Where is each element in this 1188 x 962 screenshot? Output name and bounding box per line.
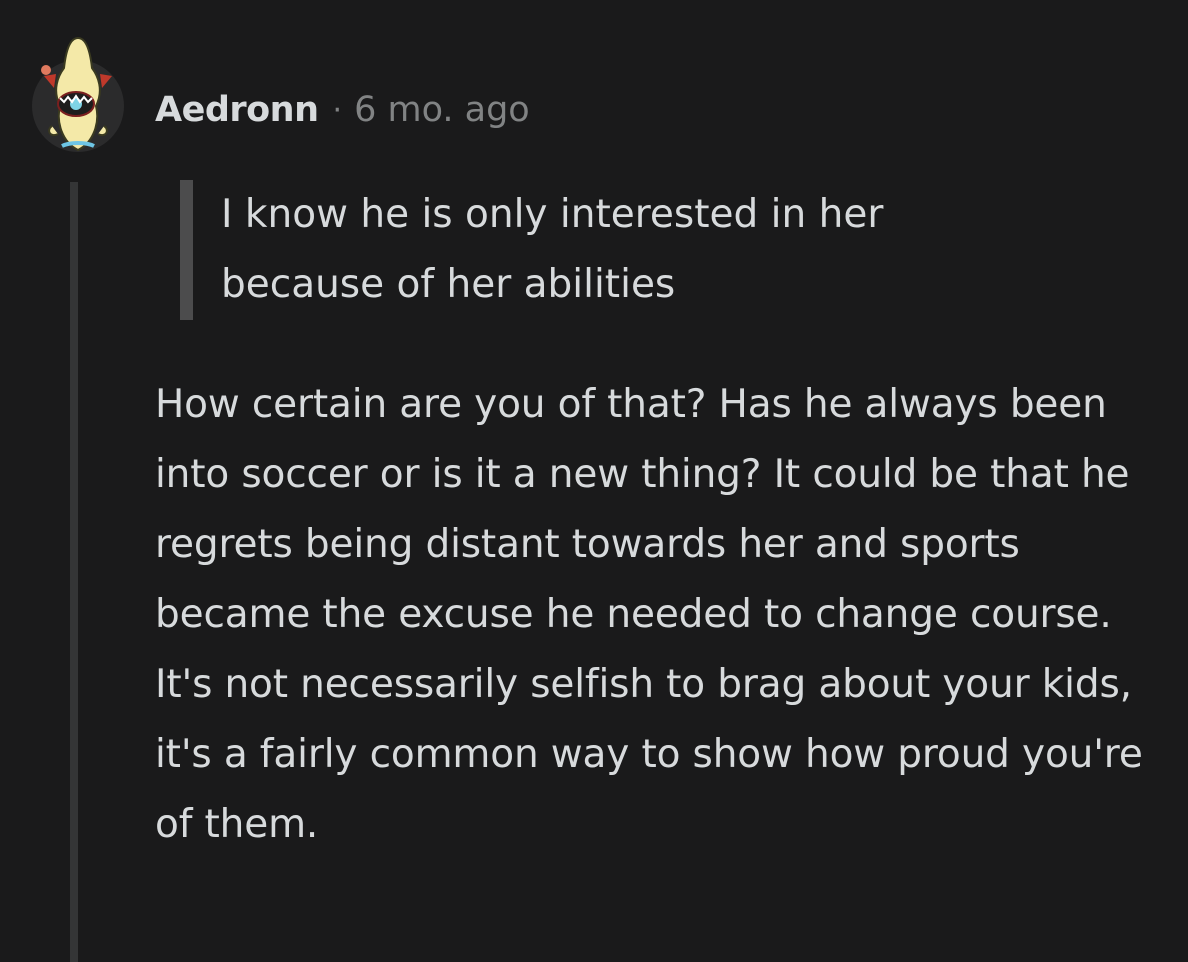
meta-separator: · xyxy=(332,92,343,128)
quote-text: I know he is only interested in her beca… xyxy=(221,192,884,307)
author-name[interactable]: Aedronn xyxy=(155,90,319,130)
user-avatar[interactable] xyxy=(30,34,126,154)
comment-meta: Aedronn · 6 mo. ago xyxy=(155,88,530,132)
demogorgon-cartoon-avatar-icon xyxy=(32,36,124,152)
thread-collapse-line[interactable] xyxy=(70,182,78,962)
comment: Aedronn · 6 mo. ago I know he is only in… xyxy=(0,0,1188,962)
comment-timestamp[interactable]: 6 mo. ago xyxy=(354,90,530,130)
comment-body: How certain are you of that? Has he alwa… xyxy=(155,382,1143,847)
blockquote: I know he is only interested in her beca… xyxy=(180,180,1040,320)
